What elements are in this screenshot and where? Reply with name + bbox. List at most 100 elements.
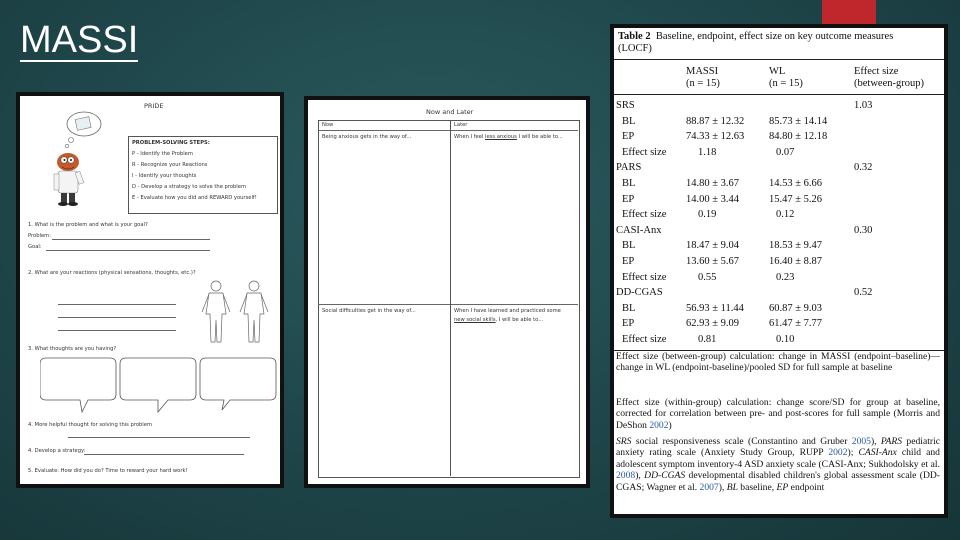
header-divider (318, 130, 578, 131)
now-later-worksheet-image: Now and Later Now Later Being anxious ge… (304, 96, 590, 488)
massi-value: 14.00 ± 3.44 (686, 193, 740, 205)
measure-name: CASI-Anx (616, 224, 662, 236)
step-e: E - Evaluate how you did and REWARD your… (132, 195, 257, 201)
now-later-heading: Now and Later (426, 108, 474, 116)
problem-label: Problem: (28, 233, 51, 239)
wl-value: 14.53 ± 6.66 (769, 178, 823, 189)
outcome-table-image: Table 2 Baseline, endpoint, effect size … (610, 24, 948, 518)
strategy-line (84, 454, 244, 455)
row1-later-text: When I feel less anxious I will be able … (454, 134, 563, 140)
col-massi-n: (n = 15) (686, 78, 720, 89)
step-p: P - Identify the Problem (132, 151, 193, 157)
between-group-effect: 0.30 (854, 224, 873, 236)
wl-value: 60.87 ± 9.03 (769, 302, 823, 314)
col-now-header: Now (322, 122, 334, 128)
row-label: EP (622, 318, 635, 330)
row2-now-text: Social difficulties get in the way of... (322, 308, 416, 314)
pride-worksheet-paper: PRIDE PROBLEM-SOLVING STEPS: P - Identif… (20, 96, 280, 484)
row-label: Effect size (622, 334, 667, 345)
wl-value: 61.47 ± 7.77 (769, 318, 823, 330)
thought-bubbles (40, 357, 277, 414)
table-caption: Table 2 Baseline, endpoint, effect size … (618, 31, 894, 42)
massi-value: 62.93 ± 9.09 (686, 318, 740, 330)
table-note-3: SRS social responsiveness scale (Constan… (616, 436, 940, 493)
question-2: 2. What are your reactions (physical sen… (28, 270, 196, 276)
wl-value: 0.12 (776, 209, 795, 221)
massi-value: 18.47 ± 9.04 (686, 240, 740, 252)
question-6: 5. Evaluate: How did you do? Time to rew… (28, 468, 188, 474)
question-5: 4. Develop a strategy: (28, 448, 86, 454)
step-r: R - Recognize your Reactions (132, 162, 208, 168)
row-label: BL (622, 178, 636, 189)
goal-answer-line (46, 250, 210, 251)
massi-value: 74.33 ± 12.63 (686, 131, 745, 143)
table-note-2: Effect size (within-group) calculation: … (616, 397, 940, 431)
wl-value: 0.07 (776, 146, 795, 158)
massi-value: 56.93 ± 11.44 (686, 302, 744, 314)
between-group-effect: 0.32 (854, 162, 873, 174)
row-label: Effect size (622, 271, 667, 283)
wl-value: 18.53 ± 9.47 (769, 240, 823, 252)
reaction-line-3 (58, 330, 176, 331)
pride-heading: PRIDE (144, 102, 164, 110)
reaction-line-1 (58, 304, 176, 305)
wl-value: 0.10 (776, 334, 795, 345)
row-label: BL (622, 240, 636, 252)
question-4: 4. More helpful thought for solving this… (28, 422, 152, 428)
goal-label: Goal: (28, 244, 42, 250)
col-effect-sub: (between-group) (854, 78, 924, 89)
measure-name: DD-CGAS (616, 287, 663, 299)
col-massi: MASSI (686, 66, 719, 77)
problem-answer-line (52, 239, 210, 240)
helpful-thought-line (68, 437, 250, 438)
table-caption-line2: (LOCF) (618, 43, 652, 54)
massi-value: 0.81 (698, 334, 717, 345)
massi-value: 14.80 ± 3.67 (686, 178, 740, 189)
massi-value: 0.55 (698, 271, 717, 283)
row2-later-line1: When I have learned and practiced some (454, 308, 561, 314)
measure-name: PARS (616, 162, 642, 174)
row-divider (318, 304, 578, 305)
reaction-line-2 (58, 317, 176, 318)
col-wl: WL (769, 66, 786, 77)
row-label: Effect size (622, 209, 667, 221)
row-label: Effect size (622, 146, 667, 158)
wl-value: 15.47 ± 5.26 (769, 193, 823, 205)
between-group-effect: 1.03 (854, 100, 873, 111)
body-outline-illustration (201, 280, 269, 343)
question-1: 1. What is the problem and what is your … (28, 222, 148, 228)
row-label: BL (622, 302, 636, 314)
row-label: EP (622, 131, 635, 143)
row-label: EP (622, 256, 635, 267)
massi-value: 13.60 ± 5.67 (686, 256, 740, 267)
wl-value: 0.23 (776, 271, 795, 283)
table-top-rule (614, 59, 944, 60)
col-effect: Effect size (854, 66, 899, 77)
step-i: I - Identify your thoughts (132, 173, 197, 179)
measure-name: SRS (616, 100, 635, 111)
pride-worksheet-image: PRIDE PROBLEM-SOLVING STEPS: P - Identif… (16, 92, 284, 488)
wl-value: 84.80 ± 12.18 (769, 131, 828, 143)
between-group-effect: 0.52 (854, 287, 873, 299)
table-note-1: Effect size (between-group) calculation:… (616, 351, 940, 374)
now-later-worksheet-paper: Now and Later Now Later Being anxious ge… (308, 100, 586, 484)
wl-value: 16.40 ± 8.87 (769, 256, 823, 267)
accent-bar (822, 0, 876, 24)
row1-now-text: Being anxious gets in the way of... (322, 134, 412, 140)
row-label: BL (622, 115, 636, 127)
now-later-grid (318, 120, 580, 478)
question-3: 3. What thoughts are you having? (28, 346, 117, 352)
row2-later-line2: new social skills, I will be able to... (454, 317, 544, 323)
step-d: D - Develop a strategy to solve the prob… (132, 184, 246, 190)
steps-title: PROBLEM-SOLVING STEPS: (132, 140, 210, 146)
cartoon-thinker-illustration (53, 111, 102, 206)
massi-value: 0.19 (698, 209, 717, 221)
row-label: EP (622, 193, 635, 205)
wl-value: 85.73 ± 14.14 (769, 115, 828, 127)
massi-value: 88.87 ± 12.32 (686, 115, 745, 127)
table-header-rule (614, 94, 944, 95)
col-wl-n: (n = 15) (769, 78, 803, 89)
massi-value: 1.18 (698, 146, 717, 158)
col-later-header: Later (454, 122, 468, 128)
slide-title: MASSI (20, 19, 139, 62)
